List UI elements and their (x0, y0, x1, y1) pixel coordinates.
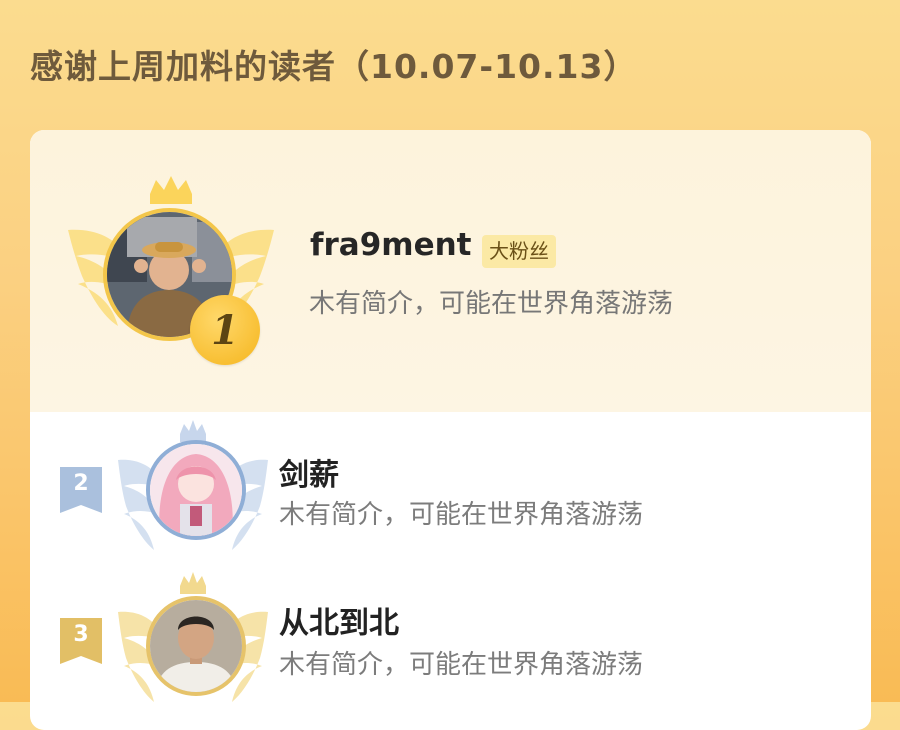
reader-bio-3: 木有简介，可能在世界角落游荡 (279, 650, 644, 680)
rank-3-row[interactable]: 3 从北到北 木有简介，可能在世界角落游荡 (30, 562, 871, 722)
rank-1-section[interactable]: 1 fra9ment 大粉丝 木有简介，可能在世界角落游荡 (30, 130, 871, 412)
man-photo-avatar-icon (150, 600, 242, 692)
rank-3-number: 3 (73, 622, 89, 647)
page-title: 感谢上周加料的读者（10.07-10.13） (30, 47, 638, 86)
reader-avatar-3[interactable] (146, 596, 246, 696)
reader-avatar-2[interactable] (146, 440, 246, 540)
rank-2-row[interactable]: 2 剑薪 木有简介，可能在世界角落游荡 (30, 412, 871, 572)
reader-name-1[interactable]: fra9ment (310, 227, 471, 263)
reader-bio-1: 木有简介，可能在世界角落游荡 (309, 289, 674, 319)
fan-level-badge: 大粉丝 (482, 235, 556, 268)
anime-girl-avatar-icon (150, 444, 242, 536)
reader-bio-2: 木有简介，可能在世界角落游荡 (279, 500, 644, 530)
reader-name-3[interactable]: 从北到北 (279, 598, 399, 642)
reader-ranking-card: 1 fra9ment 大粉丝 木有简介，可能在世界角落游荡 2 剑薪 木有简介，… (30, 130, 871, 730)
rank-2-number: 2 (73, 471, 89, 496)
rank-badge-1: 1 (190, 295, 260, 365)
reader-name-2[interactable]: 剑薪 (279, 450, 339, 494)
